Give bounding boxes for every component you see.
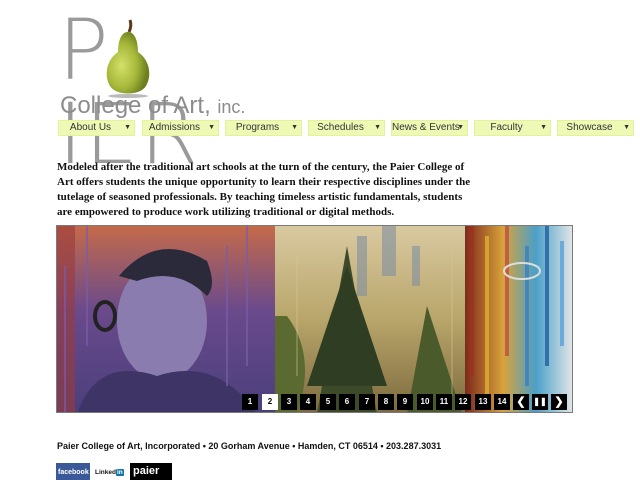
logo-suffix: inc. (217, 97, 246, 117)
slide-page-button[interactable]: 7 (359, 394, 375, 410)
pear-icon (106, 19, 150, 98)
nav-schedules[interactable]: Schedules ▼ (308, 120, 385, 136)
caret-down-icon: ▼ (540, 124, 547, 131)
linkedin-icon[interactable]: Linkedin (94, 463, 126, 480)
nav-label: Admissions (148, 122, 201, 133)
site-logo[interactable]: PIER College of Art, inc. (58, 8, 278, 176)
caret-down-icon: ▼ (623, 124, 630, 131)
logo-subtitle: College of Art, inc. (60, 92, 245, 120)
slide-page-button[interactable]: 10 (417, 394, 433, 410)
nav-label: Programs (235, 122, 280, 133)
caret-down-icon: ▼ (374, 124, 381, 131)
chevron-left-icon[interactable]: ❮ (513, 394, 529, 410)
chevron-right-icon[interactable]: ❯ (551, 394, 567, 410)
slide-page-button-active[interactable]: 2 (262, 394, 278, 410)
slide-page-button[interactable]: 12 (455, 394, 471, 410)
nav-about-us[interactable]: About Us ▼ (58, 120, 135, 136)
facebook-label: facebook (58, 469, 89, 476)
slide-page-button[interactable]: 11 (436, 394, 452, 410)
nav-label: News & Events (392, 122, 460, 133)
nav-label: About Us (69, 122, 112, 133)
pause-icon[interactable]: ❚❚ (532, 394, 548, 410)
nav-showcase[interactable]: Showcase ▼ (557, 120, 634, 136)
caret-down-icon: ▼ (457, 124, 464, 131)
slide-page-button[interactable]: 9 (397, 394, 413, 410)
slide-page-button[interactable]: 8 (378, 394, 394, 410)
footer-address: Paier College of Art, Incorporated • 20 … (57, 441, 442, 451)
nav-label: Faculty (490, 122, 523, 133)
caret-down-icon: ▼ (124, 124, 131, 131)
slide-page-button[interactable]: 5 (320, 394, 336, 410)
logo-subtitle-text: College of Art, (60, 92, 211, 119)
slide-page-button[interactable]: 14 (494, 394, 510, 410)
artwork-slideshow[interactable]: 1 2 3 4 5 6 7 8 9 10 11 12 13 14 ❮ ❚❚ ❯ (56, 225, 573, 413)
nav-programs[interactable]: Programs ▼ (225, 120, 302, 136)
linkedin-in-badge: in (115, 469, 124, 476)
caret-down-icon: ▼ (208, 124, 215, 131)
nav-news-events[interactable]: News & Events ▼ (391, 120, 468, 136)
slide-page-button[interactable]: 6 (339, 394, 355, 410)
nav-faculty[interactable]: Faculty ▼ (474, 120, 551, 136)
facebook-icon[interactable]: facebook (56, 463, 90, 480)
slideshow-image (57, 226, 572, 412)
slide-page-button[interactable]: 4 (300, 394, 316, 410)
nav-label: Schedules (317, 122, 364, 133)
slide-page-button[interactable]: 1 (242, 394, 258, 410)
nav-label: Showcase (566, 122, 613, 133)
intro-text: Modeled after the traditional art school… (57, 161, 471, 218)
paier-label: paier (133, 465, 160, 477)
slide-page-button[interactable]: 13 (475, 394, 491, 410)
nav-admissions[interactable]: Admissions ▼ (142, 120, 219, 136)
caret-down-icon: ▼ (291, 124, 298, 131)
paier-icon[interactable]: paier (130, 463, 172, 480)
slide-page-button[interactable]: 3 (281, 394, 297, 410)
linkedin-label: Linked (95, 469, 116, 476)
